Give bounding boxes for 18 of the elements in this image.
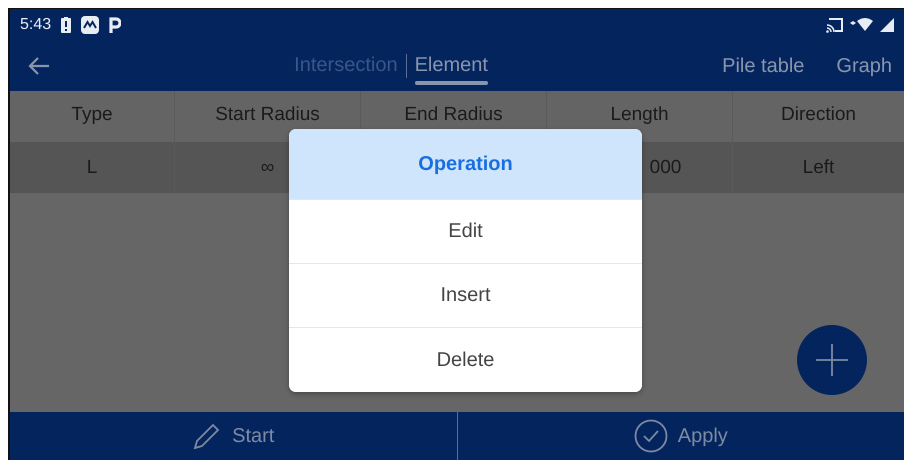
check-circle-icon bbox=[634, 419, 668, 453]
column-header: Direction bbox=[780, 102, 857, 126]
menu-item[interactable]: Edit bbox=[289, 200, 642, 264]
signal-icon bbox=[880, 18, 894, 32]
menu-item[interactable]: Insert bbox=[289, 264, 642, 328]
wifi-icon bbox=[850, 18, 874, 32]
toolbar-button[interactable]: Graph bbox=[834, 50, 894, 82]
back-arrow-icon[interactable] bbox=[28, 57, 50, 75]
battery-alert-icon bbox=[61, 17, 72, 33]
table-cell-text: Left bbox=[802, 156, 836, 180]
dialog-title: Operation bbox=[289, 129, 642, 200]
cast-icon bbox=[826, 18, 844, 32]
parking-icon bbox=[109, 16, 122, 34]
clock-time: 5:43 bbox=[20, 16, 52, 34]
toolbar-tab[interactable]: Element bbox=[406, 48, 496, 84]
app-icon bbox=[81, 16, 100, 34]
toolbar-button[interactable]: Pile table bbox=[720, 50, 806, 82]
menu-item[interactable]: Delete bbox=[289, 328, 642, 392]
